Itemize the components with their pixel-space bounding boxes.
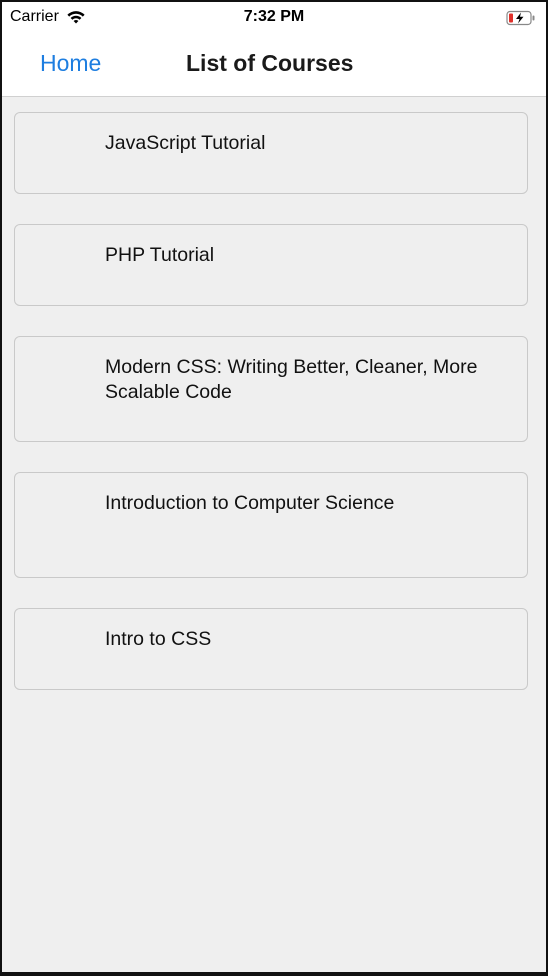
course-card-intro-to-css[interactable]: Intro to CSS xyxy=(14,608,528,690)
home-back-button[interactable]: Home xyxy=(40,50,101,77)
page-title: List of Courses xyxy=(186,50,354,76)
course-title: JavaScript Tutorial xyxy=(105,132,266,154)
status-bar: Carrier 7:32 PM xyxy=(2,2,546,34)
course-card-modern-css[interactable]: Modern CSS: Writing Better, Cleaner, Mor… xyxy=(14,336,528,442)
course-card-intro-computer-science[interactable]: Introduction to Computer Science xyxy=(14,472,528,578)
course-title: PHP Tutorial xyxy=(105,244,215,266)
course-card-javascript-tutorial[interactable]: JavaScript Tutorial xyxy=(14,112,528,194)
course-title: Modern CSS: Writing Better, Cleaner, Mor… xyxy=(105,356,478,403)
course-title: Intro to CSS xyxy=(105,628,212,650)
app-screen: Carrier 7:32 PM Home List of Courses Jav… xyxy=(2,2,546,972)
course-card-php-tutorial[interactable]: PHP Tutorial xyxy=(14,224,528,306)
navigation-bar: Home List of Courses xyxy=(2,34,546,97)
course-title: Introduction to Computer Science xyxy=(105,492,395,514)
status-time: 7:32 PM xyxy=(243,8,305,25)
battery-charging-icon xyxy=(506,10,535,26)
